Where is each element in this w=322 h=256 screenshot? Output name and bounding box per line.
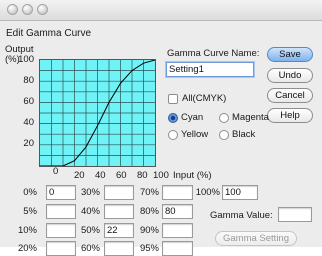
point-30-input[interactable] — [104, 185, 134, 200]
point-100-input[interactable]: 100 — [222, 185, 258, 200]
cyan-label: Cyan — [181, 112, 204, 123]
y-tick-label: 20 — [23, 138, 34, 149]
point-label: 50% — [80, 225, 100, 236]
y-tick-label: 40 — [23, 117, 34, 128]
x-tick-label: 80 — [137, 170, 148, 181]
help-button[interactable]: Help — [267, 108, 313, 123]
point-10-input[interactable] — [46, 223, 76, 238]
dialog-content: Edit Gamma Curve Output (%) 100 80 60 40… — [0, 21, 322, 256]
point-label: 5% — [23, 206, 37, 217]
magenta-label: Magenta — [232, 112, 269, 123]
point-60-input[interactable] — [104, 241, 134, 256]
black-label: Black — [232, 129, 256, 140]
gamma-curve-name-input[interactable]: Setting1 — [166, 62, 254, 77]
point-label: 40% — [80, 206, 100, 217]
x-tick-label: 20 — [74, 170, 85, 181]
point-70-input[interactable] — [162, 185, 193, 200]
y-tick-label: 60 — [23, 96, 34, 107]
point-label: 0% — [23, 187, 37, 198]
zoom-window-icon[interactable] — [37, 4, 48, 15]
gamma-value-label: Gamma Value: — [210, 210, 273, 221]
window-titlebar — [0, 0, 322, 21]
gamma-curve-plot[interactable] — [40, 60, 155, 166]
gamma-curve-name-label: Gamma Curve Name: — [167, 48, 260, 59]
x-tick-label: 100 — [153, 170, 169, 181]
point-80-input[interactable]: 80 — [162, 204, 193, 219]
chart-x-axis-label: Input (%) — [173, 170, 212, 181]
x-tick-label: 40 — [95, 170, 106, 181]
magenta-radio[interactable] — [219, 113, 229, 123]
point-95-input[interactable] — [162, 241, 193, 256]
point-label: 70% — [139, 187, 159, 198]
y-tick-label: 100 — [18, 54, 34, 65]
point-50-input[interactable]: 22 — [104, 223, 134, 238]
point-label: 100% — [195, 187, 220, 198]
gamma-value-input[interactable] — [278, 207, 312, 222]
point-label: 10% — [17, 225, 37, 236]
cyan-radio[interactable] — [168, 113, 178, 123]
minimize-window-icon[interactable] — [22, 4, 33, 15]
point-5-input[interactable] — [46, 204, 76, 219]
yellow-radio[interactable] — [168, 130, 178, 140]
yellow-label: Yellow — [181, 129, 209, 140]
x-tick-label: 0 — [53, 166, 59, 177]
cancel-button[interactable]: Cancel — [267, 88, 313, 103]
point-0-input[interactable]: 0 — [46, 185, 76, 200]
gamma-setting-button[interactable]: Gamma Setting — [215, 231, 297, 246]
point-label: 90% — [139, 225, 159, 236]
y-tick-label: 80 — [23, 75, 34, 86]
point-40-input[interactable] — [104, 204, 134, 219]
point-label: 80% — [139, 206, 159, 217]
point-20-input[interactable] — [46, 241, 76, 256]
dialog-title: Edit Gamma Curve — [6, 28, 92, 39]
point-label: 60% — [80, 243, 100, 254]
point-label: 20% — [17, 243, 37, 254]
all-cmyk-checkbox[interactable] — [168, 94, 178, 104]
point-label: 95% — [139, 243, 159, 254]
black-radio[interactable] — [219, 130, 229, 140]
point-label: 30% — [80, 187, 100, 198]
point-90-input[interactable] — [162, 223, 193, 238]
x-tick-label: 60 — [116, 170, 127, 181]
save-button[interactable]: Save — [267, 47, 313, 62]
all-cmyk-label: All(CMYK) — [182, 93, 227, 104]
close-window-icon[interactable] — [7, 4, 18, 15]
gamma-curve-chart[interactable] — [39, 59, 156, 167]
undo-button[interactable]: Undo — [267, 68, 313, 83]
